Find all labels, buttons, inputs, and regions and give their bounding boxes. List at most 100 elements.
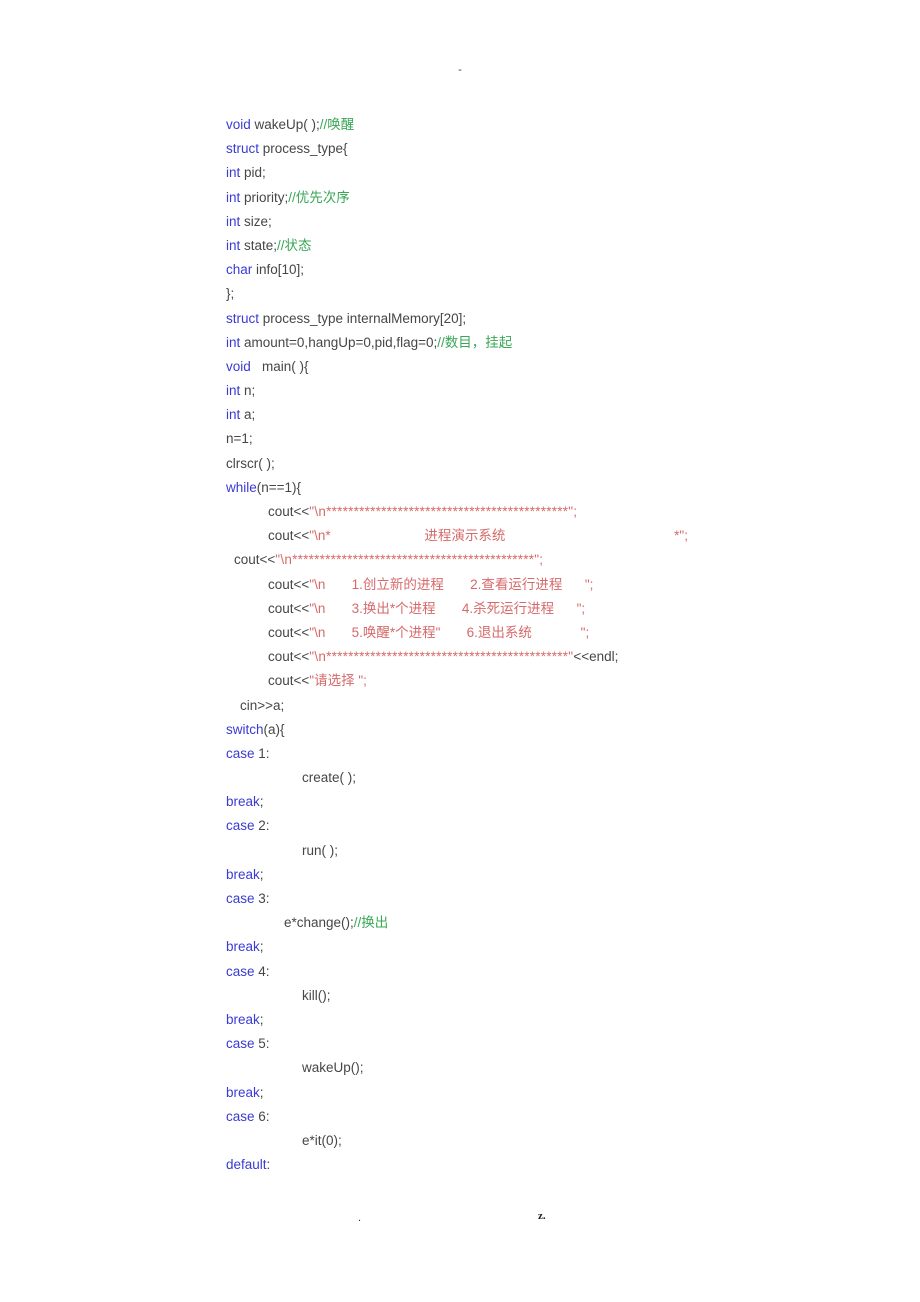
code-line: case 6: [226, 1105, 916, 1129]
code-token-pl: cout<< [234, 552, 276, 568]
code-token-kw: struct [226, 141, 260, 157]
code-token-kw: struct [226, 310, 260, 326]
code-token-kw: case [226, 891, 255, 906]
code-token-pl: cout<< [268, 624, 310, 640]
code-token-kw: int [226, 165, 241, 181]
code-token-pl: wakeUp( ); [250, 117, 320, 132]
code-token-pl: }; [226, 286, 235, 302]
code-token-kw: case [226, 745, 255, 761]
code-token-cm: //状态 [277, 237, 312, 253]
code-token-pl: ; [259, 866, 264, 882]
code-token-pl: priority; [240, 189, 289, 205]
code-token-pl: ; [259, 794, 264, 810]
code-listing: void wakeUp( );//唤醒 struct process_type{i… [226, 113, 916, 1177]
code-token-pl: ; [259, 1011, 264, 1027]
code-line: case 1: [226, 742, 916, 766]
code-line: cout<<"请选择 "; [226, 669, 916, 693]
code-line: default: [226, 1153, 916, 1177]
code-token-pl: ; [259, 939, 264, 955]
code-token-kw: int [226, 383, 241, 399]
code-token-pl: cout<< [268, 528, 310, 544]
code-token-str: "\n 5.唤醒*个进程" 6.退出系统 "; [309, 624, 590, 640]
code-token-pl: 5: [254, 1036, 270, 1052]
code-line: create( ); [226, 766, 916, 790]
code-line: break; [226, 935, 916, 959]
code-line: case 3: [226, 887, 916, 911]
code-line: int n; [226, 379, 916, 403]
code-token-kw: void [226, 117, 251, 132]
code-token-kw: break [226, 939, 260, 955]
code-token-pl: 6: [254, 1108, 270, 1124]
code-line: int size; [226, 210, 916, 234]
code-token-pl: 1: [254, 745, 270, 761]
code-token-pl: kill(); [302, 987, 331, 1003]
code-token-pl: (a){ [263, 721, 285, 737]
code-token-str: "请选择 "; [309, 673, 367, 689]
code-line: cout<<"\n*******************************… [226, 500, 916, 524]
footer-left-mark: . [358, 1212, 362, 1224]
code-line: e*it(0); [226, 1129, 916, 1153]
code-token-pl: clrscr( ); [226, 455, 275, 471]
code-line: run( ); [226, 839, 916, 863]
code-line: cout<<"\n* 进程演示系统 *"; [226, 524, 916, 548]
code-line: n=1; [226, 427, 916, 451]
footer-right-mark: z. [538, 1210, 546, 1222]
code-token-kw: int [226, 189, 241, 205]
code-token-pl: pid; [240, 165, 266, 181]
code-token-pl: process_type internalMemory[20]; [259, 310, 467, 326]
code-token-pl: <<endl; [573, 649, 619, 665]
code-token-pl: cout<< [268, 673, 310, 689]
code-line: case 5: [226, 1032, 916, 1056]
code-line: break; [226, 1081, 916, 1105]
code-token-kw: int [226, 407, 241, 423]
code-line: while(n==1){ [226, 476, 916, 500]
code-line: break; [226, 863, 916, 887]
code-token-kw: char [226, 262, 253, 278]
code-token-pl: e*change(); [284, 915, 354, 931]
code-token-pl: wakeUp(); [302, 1060, 364, 1076]
code-line: break; [226, 1008, 916, 1032]
code-token-kw: break [226, 794, 260, 810]
code-line: void wakeUp( );//唤醒 [226, 113, 916, 137]
code-token-pl: ; [259, 1084, 264, 1100]
code-token-kw: void [226, 358, 251, 374]
code-line: int state;//状态 [226, 234, 916, 258]
code-token-pl: process_type{ [259, 141, 348, 157]
code-line: char info[10]; [226, 258, 916, 282]
code-token-kw: int [226, 334, 241, 350]
code-token-kw: while [226, 479, 257, 495]
code-token-kw: default [226, 1157, 267, 1173]
code-line: e*change();//换出 [226, 911, 916, 935]
code-token-str: "\n* 进程演示系统 *"; [309, 528, 688, 544]
code-line: int amount=0,hangUp=0,pid,flag=0;//数目，挂起 [226, 331, 916, 355]
code-token-kw: case [226, 963, 255, 979]
code-token-kw: break [226, 1011, 260, 1027]
code-token-pl: main( ){ [250, 358, 309, 374]
code-line: void main( ){ [226, 355, 916, 379]
code-token-pl: state; [240, 237, 278, 253]
page-footer: . z. [0, 1208, 920, 1232]
code-line: }; [226, 282, 916, 306]
code-line: switch(a){ [226, 718, 916, 742]
code-token-pl: n=1; [226, 431, 253, 447]
code-line: cout<<"\n*******************************… [226, 548, 916, 572]
code-token-pl: 3: [254, 891, 270, 906]
code-token-kw: break [226, 866, 260, 882]
code-token-cm: //换出 [353, 915, 389, 931]
code-token-pl: run( ); [302, 842, 339, 858]
code-token-pl: : [266, 1157, 271, 1173]
code-token-cm: //数目，挂起 [437, 334, 513, 350]
code-token-str: "\n*************************************… [309, 649, 574, 665]
code-token-pl: create( ); [302, 770, 357, 786]
code-token-kw: break [226, 1084, 260, 1100]
code-token-pl: cout<< [268, 600, 310, 616]
code-token-str: "\n 1.创立新的进程 2.查看运行进程 "; [309, 576, 594, 592]
code-token-str: "\n 3.换出*个进程 4.杀死运行进程 "; [309, 600, 586, 616]
code-token-pl: n; [240, 383, 256, 399]
code-token-str: "\n*************************************… [275, 552, 544, 568]
code-line: cout<<"\n*******************************… [226, 645, 916, 669]
code-line: cout<<"\n 1.创立新的进程 2.查看运行进程 "; [226, 573, 916, 597]
code-line: struct process_type internalMemory[20]; [226, 307, 916, 331]
code-token-pl: e*it(0); [302, 1132, 342, 1148]
code-token-kw: int [226, 213, 241, 229]
